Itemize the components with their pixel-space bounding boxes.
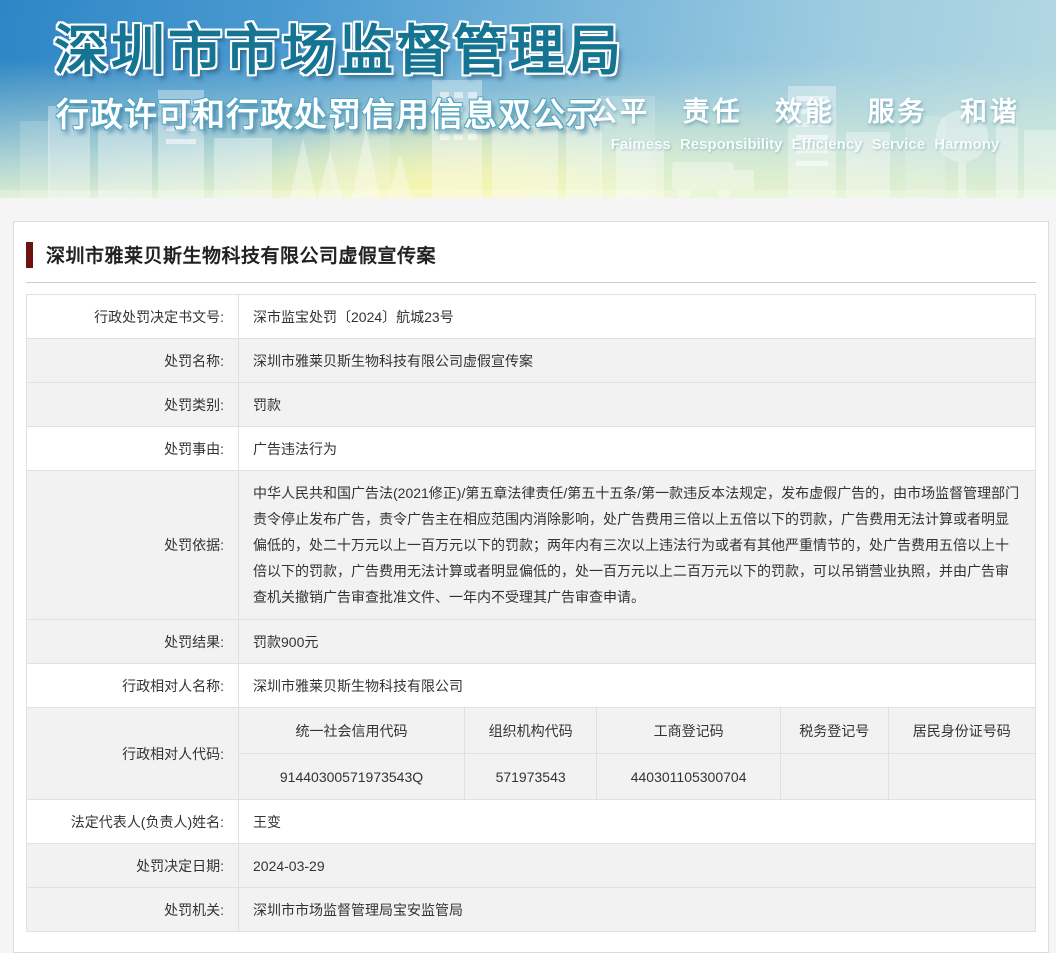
slogan-english: Faimess Responsibility Efficiency Servic… [590, 136, 1020, 153]
row-value: 罚款 [239, 383, 1035, 426]
row-value: 深圳市雅莱贝斯生物科技有限公司虚假宣传案 [239, 339, 1035, 382]
row-value: 王变 [239, 800, 1035, 843]
slogan-block: 公平 责任 效能 服务 和谐 Faimess Responsibility Ef… [590, 90, 1020, 153]
site-header: 深圳市市场监督管理局 行政许可和行政处罚信用信息双公示 公平 责任 效能 服务 … [0, 0, 1056, 198]
agency-subtitle: 行政许可和行政处罚信用信息双公示 [56, 88, 600, 136]
codes-value-uscc: 91440300571973543Q [239, 754, 465, 799]
page-title: 深圳市雅莱贝斯生物科技有限公司虚假宣传案 [46, 241, 436, 268]
row-value: 深圳市雅莱贝斯生物科技有限公司 [239, 664, 1035, 707]
codes-header-org-code: 组织机构代码 [465, 708, 597, 753]
row-value: 深圳市市场监督管理局宝安监管局 [239, 888, 1035, 931]
codes-header-uscc: 统一社会信用代码 [239, 708, 465, 753]
table-row-decision-number: 行政处罚决定书文号: 深市监宝处罚〔2024〕航城23号 [27, 295, 1035, 339]
codes-value-tax-reg [781, 754, 888, 799]
table-row-legal-representative: 法定代表人(负责人)姓名: 王变 [27, 800, 1035, 844]
table-row-penalty-basis: 处罚依据: 中华人民共和国广告法(2021修正)/第五章法律责任/第五十五条/第… [27, 471, 1035, 620]
codes-header-business-reg: 工商登记码 [597, 708, 781, 753]
title-separator [26, 282, 1036, 283]
table-row-decision-date: 处罚决定日期: 2024-03-29 [27, 844, 1035, 888]
table-row-penalty-category: 处罚类别: 罚款 [27, 383, 1035, 427]
penalty-info-table: 行政处罚决定书文号: 深市监宝处罚〔2024〕航城23号 处罚名称: 深圳市雅莱… [26, 294, 1036, 932]
row-label: 处罚事由: [27, 427, 239, 470]
table-row-penalty-authority: 处罚机关: 深圳市市场监督管理局宝安监管局 [27, 888, 1035, 932]
codes-value-org-code: 571973543 [465, 754, 597, 799]
case-title-row: 深圳市雅莱贝斯生物科技有限公司虚假宣传案 [26, 237, 1036, 282]
row-label: 处罚机关: [27, 888, 239, 931]
row-label: 行政相对人代码: [27, 708, 239, 799]
agency-title: 深圳市市场监督管理局 [54, 6, 624, 85]
row-value: 罚款900元 [239, 620, 1035, 663]
codes-value-business-reg: 440301105300704 [597, 754, 781, 799]
table-row-penalty-name: 处罚名称: 深圳市雅莱贝斯生物科技有限公司虚假宣传案 [27, 339, 1035, 383]
content-card: 深圳市雅莱贝斯生物科技有限公司虚假宣传案 行政处罚决定书文号: 深市监宝处罚〔2… [13, 221, 1049, 953]
row-value: 深市监宝处罚〔2024〕航城23号 [239, 295, 1035, 338]
row-label: 处罚决定日期: [27, 844, 239, 887]
codes-subtable: 统一社会信用代码 组织机构代码 工商登记码 税务登记号 居民身份证号码 9144… [239, 708, 1035, 799]
row-label: 处罚名称: [27, 339, 239, 382]
table-row-party-codes: 行政相对人代码: 统一社会信用代码 组织机构代码 工商登记码 税务登记号 居民身… [27, 708, 1035, 800]
row-value: 广告违法行为 [239, 427, 1035, 470]
title-marker [26, 242, 33, 268]
slogan-chinese: 公平 责任 效能 服务 和谐 [590, 90, 1020, 129]
row-label: 处罚类别: [27, 383, 239, 426]
row-label: 行政相对人名称: [27, 664, 239, 707]
row-label: 行政处罚决定书文号: [27, 295, 239, 338]
codes-header-row: 统一社会信用代码 组织机构代码 工商登记码 税务登记号 居民身份证号码 [239, 708, 1035, 754]
codes-value-id-number [889, 754, 1035, 799]
codes-values-row: 91440300571973543Q 571973543 44030110530… [239, 754, 1035, 799]
codes-header-id-number: 居民身份证号码 [889, 708, 1035, 753]
row-value: 2024-03-29 [239, 844, 1035, 887]
row-label: 处罚依据: [27, 471, 239, 619]
row-label: 处罚结果: [27, 620, 239, 663]
table-row-penalty-result: 处罚结果: 罚款900元 [27, 620, 1035, 664]
row-label: 法定代表人(负责人)姓名: [27, 800, 239, 843]
row-value: 中华人民共和国广告法(2021修正)/第五章法律责任/第五十五条/第一款违反本法… [239, 471, 1035, 619]
table-row-party-name: 行政相对人名称: 深圳市雅莱贝斯生物科技有限公司 [27, 664, 1035, 708]
table-row-penalty-reason: 处罚事由: 广告违法行为 [27, 427, 1035, 471]
codes-header-tax-reg: 税务登记号 [781, 708, 888, 753]
